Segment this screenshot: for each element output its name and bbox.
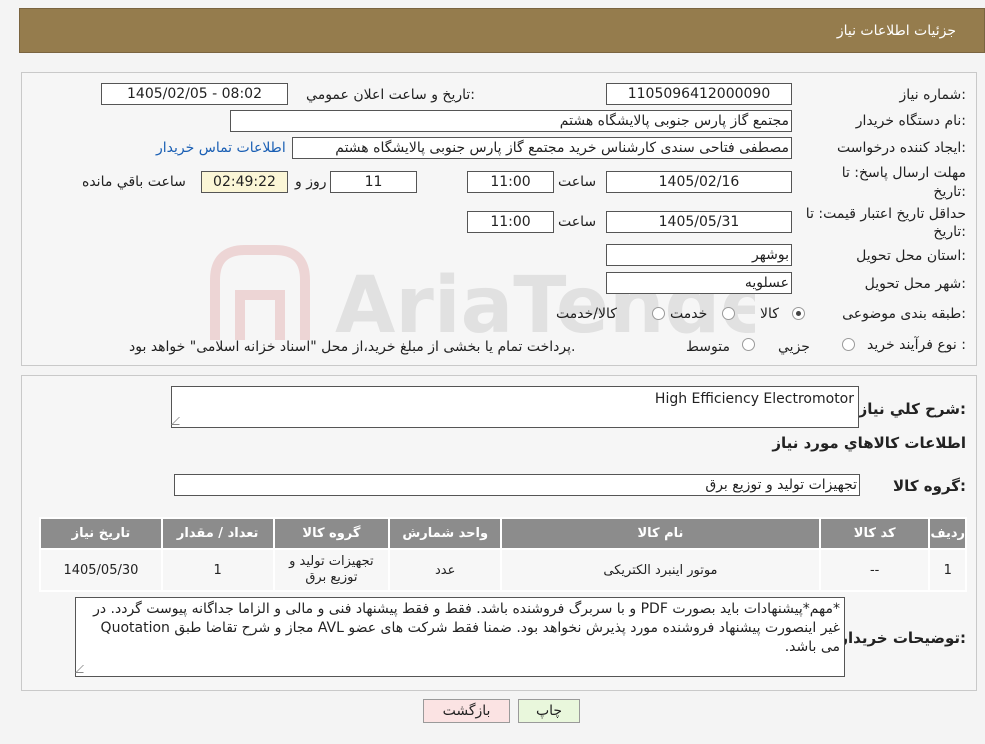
notes-text: *مهم*پیشنهادات باید بصورت PDF و با سربرگ… [93, 601, 840, 655]
category-radio-goods[interactable] [792, 307, 805, 320]
summary-field: High Efficiency Electromotor [171, 386, 859, 428]
city-label: شهر محل تحويل: [864, 276, 966, 292]
page-title: جزئیات اطلاعات نیاز [836, 23, 956, 39]
category-option-goods-service: کالا/خدمت [556, 306, 617, 322]
group-field: تجهيزات توليد و توزيع برق [174, 474, 860, 496]
buyer-org-field: مجتمع گاز پارس جنوبی پالایشگاه هشتم [230, 110, 792, 132]
process-option-medium: متوسط [686, 339, 730, 355]
cell-code: -- [818, 548, 931, 592]
cell-qty: 1 [160, 548, 275, 592]
category-radio-service[interactable] [722, 307, 735, 320]
days-label: روز و [295, 174, 327, 190]
announce-label: تاریخ و ساعت اعلان عمومي: [306, 87, 475, 103]
cell-unit: عدد [388, 548, 503, 592]
province-field: بوشهر [606, 244, 792, 266]
category-label: طبقه بندی موضوعی: [842, 306, 966, 322]
need-number-field: 1105096412000090 [606, 83, 792, 105]
process-option-minor: جزيي [778, 339, 810, 355]
cell-name: موتور اینبرد الکتریکی [500, 548, 821, 592]
deadline-label-1: مهلت ارسال پاسخ: تا [841, 165, 966, 181]
summary-label: شرح کلي نياز: [858, 400, 966, 418]
summary-text: High Efficiency Electromotor [654, 391, 854, 407]
cell-group: تجهيزات توليد و توزيع برق [272, 548, 391, 592]
need-number-label: شماره نیاز: [899, 87, 966, 103]
col-group: گروه کالا [272, 517, 391, 550]
city-field: عسلویه [606, 272, 792, 294]
validity-time-label: ساعت [558, 214, 597, 230]
col-code: کد کالا [818, 517, 931, 550]
process-note: پرداخت تمام یا بخشی از مبلغ خرید،از محل … [129, 339, 576, 355]
remaining-time-field: 02:49:22 [201, 171, 288, 193]
buyer-contact-link[interactable]: اطلاعات تماس خريدار [156, 140, 286, 156]
validity-label-2: تاريخ: [933, 224, 966, 240]
col-unit: واحد شمارش [388, 517, 503, 550]
notes-field: *مهم*پیشنهادات باید بصورت PDF و با سربرگ… [75, 597, 845, 677]
goods-section-title: اطلاعات کالاهاي مورد نياز [772, 434, 966, 452]
category-option-goods: کالا [760, 306, 779, 322]
notes-label: توضيحات خريدار: [839, 629, 966, 647]
table-row: 1 -- موتور اینبرد الکتریکی عدد تجهيزات ت… [39, 548, 967, 592]
page-header: جزئیات اطلاعات نیاز [19, 8, 985, 53]
deadline-time-label: ساعت [558, 174, 597, 190]
table-header-row: رديف کد کالا نام کالا واحد شمارش گروه کا… [39, 517, 967, 550]
process-label: نوع فرآيند خريد : [867, 337, 966, 353]
validity-time-field: 11:00 [467, 211, 554, 233]
days-remaining-field: 11 [330, 171, 417, 193]
deadline-time-field: 11:00 [467, 171, 554, 193]
back-button[interactable]: بازگشت [423, 699, 510, 723]
col-name: نام کالا [500, 517, 821, 550]
validity-date-field: 1405/05/31 [606, 211, 792, 233]
print-button[interactable]: چاپ [518, 699, 580, 723]
process-radio-medium[interactable] [742, 338, 755, 351]
cell-row: 1 [928, 548, 967, 592]
cell-date: 1405/05/30 [39, 548, 163, 592]
deadline-date-field: 1405/02/16 [606, 171, 792, 193]
deadline-label-2: تاريخ: [933, 184, 966, 200]
creator-field: مصطفی فتاحی سندی کارشناس خرید مجتمع گاز … [292, 137, 792, 159]
col-qty: تعداد / مقدار [160, 517, 275, 550]
goods-table: رديف کد کالا نام کالا واحد شمارش گروه کا… [39, 517, 967, 592]
group-label: گروه کالا: [893, 477, 966, 495]
col-row: رديف [928, 517, 967, 550]
remaining-label: ساعت باقي مانده [82, 174, 186, 190]
province-label: استان محل تحويل: [856, 248, 966, 264]
col-date: تاريخ نياز [39, 517, 163, 550]
announce-field: 1405/02/05 - 08:02 [101, 83, 288, 105]
category-option-service: خدمت [670, 306, 708, 322]
category-radio-goods-service[interactable] [652, 307, 665, 320]
process-radio-minor[interactable] [842, 338, 855, 351]
validity-label-1: حداقل تاريخ اعتبار قيمت: تا [805, 206, 966, 222]
creator-label: ايجاد کننده درخواست: [837, 140, 966, 156]
buyer-org-label: نام دستگاه خريدار: [855, 113, 966, 129]
